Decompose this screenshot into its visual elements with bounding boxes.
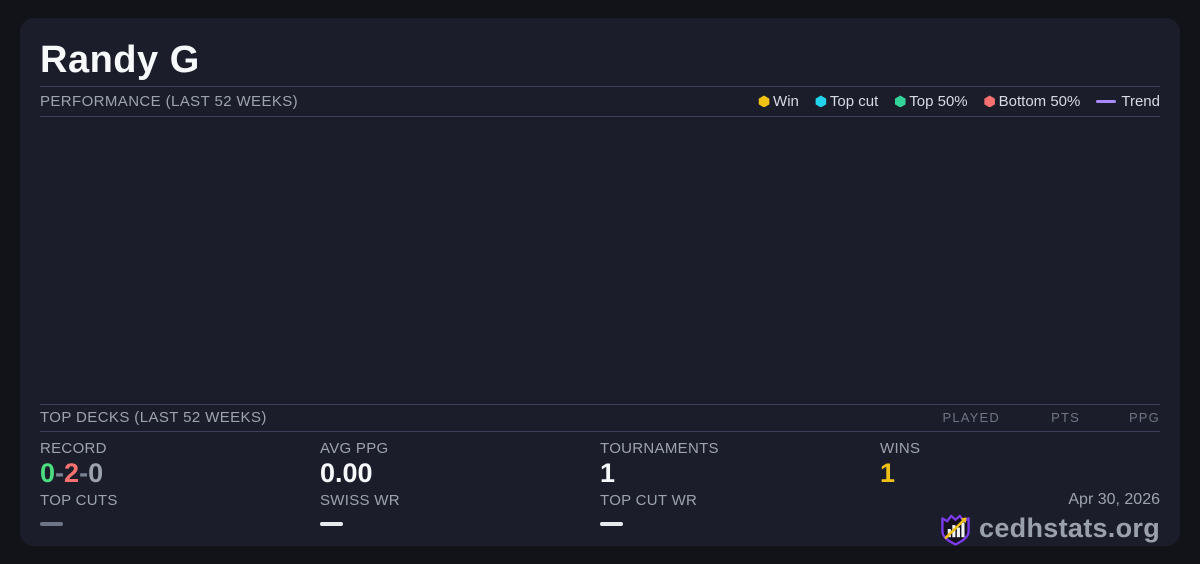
stat-swiss-wr: SWISS WR [320, 492, 600, 546]
stat-top-cuts: TOP CUTS [40, 492, 320, 546]
legend-item-trend: Trend [1096, 93, 1160, 110]
performance-title: PERFORMANCE (LAST 52 WEEKS) [40, 92, 299, 110]
legend-item-top-cut: Top cut [815, 93, 878, 110]
cedhstats-logo-icon [940, 511, 971, 546]
player-stats-card: Randy G PERFORMANCE (LAST 52 WEEKS) Win T… [20, 18, 1180, 546]
stat-tournaments: TOURNAMENTS 1 [600, 440, 880, 492]
empty-value-dash [320, 522, 343, 526]
stat-record-value: 0-2-0 [40, 457, 320, 489]
performance-chart [40, 117, 1160, 405]
performance-header: PERFORMANCE (LAST 52 WEEKS) Win Top cut To… [40, 87, 1160, 117]
stat-wins-value: 1 [880, 458, 896, 488]
record-separator: - [55, 458, 65, 488]
brand-name: cedhstats.org [979, 513, 1160, 543]
legend-dot-icon [894, 95, 906, 108]
top-decks-columns: PLAYED PTS PPG [920, 410, 1160, 425]
card-header: Randy G [40, 18, 1160, 87]
stats-grid: RECORD 0-2-0 AVG PPG 0.00 TOURNAMENTS 1 … [40, 432, 1160, 546]
stat-tournaments-value: 1 [600, 458, 616, 488]
chart-legend: Win Top cut Top 50% Bottom 50% Trend [758, 93, 1160, 110]
column-header-ppg: PPG [1128, 410, 1160, 426]
stat-record-label: RECORD [40, 440, 107, 457]
footer: Apr 30, 2026 cedhstats.org [880, 491, 1160, 546]
stat-top-cuts-label: TOP CUTS [40, 492, 118, 509]
legend-dot-icon [815, 95, 827, 108]
top-decks-header: TOP DECKS (LAST 52 WEEKS) PLAYED PTS PPG [40, 405, 1160, 432]
column-header-played: PLAYED [942, 410, 1000, 426]
stat-avg-ppg-value: 0.00 [320, 458, 373, 488]
stat-top-cut-wr-label: TOP CUT WR [600, 492, 698, 509]
stat-swiss-wr-label: SWISS WR [320, 492, 400, 509]
legend-label: Top 50% [909, 92, 968, 110]
legend-label: Win [773, 92, 799, 110]
legend-item-win: Win [758, 93, 799, 110]
legend-label: Top cut [829, 92, 879, 110]
column-header-pts: PTS [1051, 410, 1080, 426]
legend-label: Bottom 50% [998, 92, 1081, 110]
legend-dot-icon [758, 95, 770, 108]
legend-label: Trend [1121, 92, 1160, 110]
brand: cedhstats.org [940, 511, 1160, 546]
empty-value-dash [600, 522, 623, 526]
empty-value-dash [40, 522, 63, 526]
legend-item-top-50-: Top 50% [894, 92, 968, 110]
record-draws: 0 [88, 458, 104, 488]
top-decks-title: TOP DECKS (LAST 52 WEEKS) [40, 409, 267, 427]
legend-dot-icon [984, 95, 995, 108]
legend-item-bottom-50-: Bottom 50% [984, 92, 1081, 110]
stat-wins-label: WINS [880, 440, 921, 457]
trend-line-icon [1096, 99, 1117, 103]
record-losses: 2 [64, 458, 80, 488]
stat-record: RECORD 0-2-0 [40, 440, 320, 492]
stat-wins: WINS 1 [880, 440, 1160, 492]
report-date: Apr 30, 2026 [1068, 491, 1160, 508]
record-wins: 0 [40, 458, 56, 488]
stat-top-cut-wr: TOP CUT WR [600, 492, 880, 546]
stat-avg-ppg: AVG PPG 0.00 [320, 440, 600, 492]
record-separator: - [79, 458, 89, 488]
page-title: Randy G [40, 39, 200, 81]
stat-tournaments-label: TOURNAMENTS [600, 440, 719, 457]
stat-avg-ppg-label: AVG PPG [320, 440, 389, 457]
